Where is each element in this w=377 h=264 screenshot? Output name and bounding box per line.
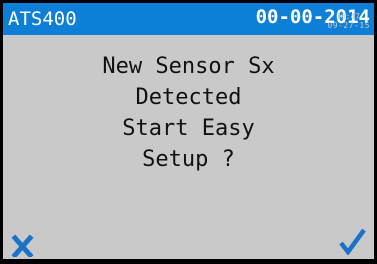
overlay-date: 09-27-15 [327,21,370,30]
device-title: ATS400 [8,8,77,30]
overlay-time: 10:47 [335,12,360,21]
prompt-line: Start Easy [122,116,255,141]
cancel-button[interactable] [10,231,36,259]
prompt-line: Setup ? [142,147,235,172]
prompt-line: New Sensor Sx [102,54,275,79]
close-icon [11,234,34,259]
prompt-line: Detected [135,85,242,110]
device-screen: ATS400 00-00-2014 10:47 09-27-15 New Sen… [3,3,374,259]
prompt-message: New Sensor Sx Detected Start Easy Setup … [3,51,374,175]
confirm-button[interactable] [337,227,367,256]
header-bar: ATS400 00-00-2014 10:47 09-27-15 [3,3,374,35]
checkmark-icon [339,228,366,256]
